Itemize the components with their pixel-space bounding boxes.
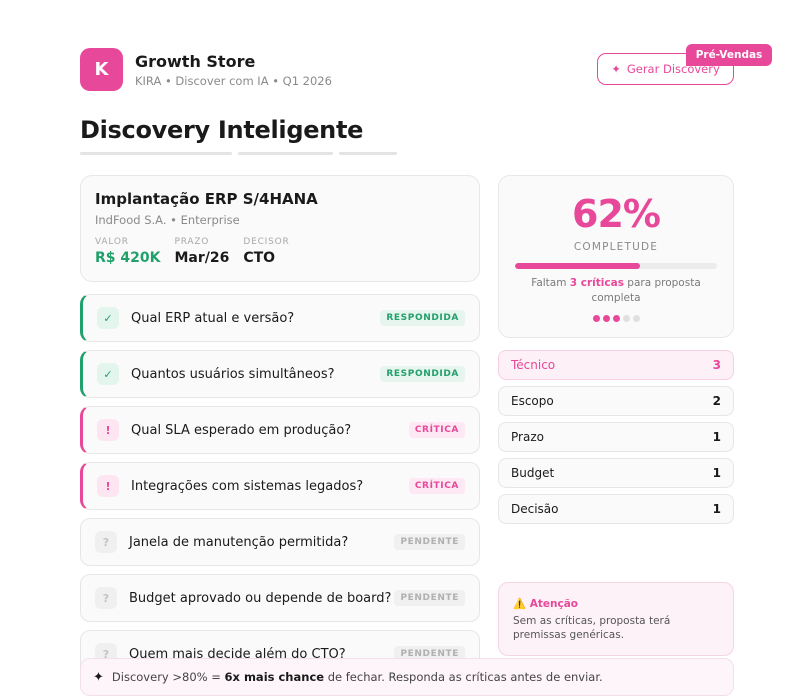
- completeness-percent: 62%: [572, 192, 661, 236]
- question-mark-icon: ?: [95, 531, 117, 553]
- category-name: Prazo: [511, 430, 544, 444]
- category-count: 1: [712, 502, 721, 516]
- progress-dot: [592, 315, 600, 322]
- metric-value: Mar/26: [174, 250, 230, 266]
- question-item[interactable]: ! Qual SLA esperado em produção? CRÍTICA: [80, 406, 480, 454]
- category-name: Escopo: [511, 394, 554, 408]
- check-icon: ✓: [97, 363, 119, 385]
- metric-label: VALOR: [95, 237, 129, 247]
- status-badge: CRÍTICA: [408, 422, 465, 438]
- brand-name: Growth Store: [135, 51, 256, 71]
- question-item[interactable]: ✓ Qual ERP atual e versão? RESPONDIDA: [80, 294, 480, 342]
- question-item[interactable]: ! Integrações com sistemas legados? CRÍT…: [80, 462, 480, 510]
- question-text: Janela de manutenção permitida?: [129, 534, 349, 550]
- question-text: Budget aprovado ou depende de board?: [129, 590, 392, 606]
- metric-decider-block: DECISOR CTO: [243, 237, 289, 266]
- category-count: 3: [712, 358, 721, 372]
- page-title: Discovery Inteligente: [80, 116, 364, 144]
- metric-label: PRAZO: [174, 237, 210, 247]
- note-prefix: Faltam: [531, 277, 570, 289]
- status-badge: PENDENTE: [394, 590, 465, 606]
- question-item[interactable]: ? Budget aprovado ou depende de board? P…: [80, 574, 480, 622]
- pre-sales-badge: Pré-Vendas: [686, 44, 772, 66]
- category-item-escopo[interactable]: Escopo 2: [498, 386, 734, 416]
- attention-alert: ⚠️ Atenção Sem as críticas, proposta ter…: [498, 582, 734, 656]
- question-mark-icon: ?: [95, 587, 117, 609]
- category-count: 2: [712, 394, 721, 408]
- title-underline-1: [80, 152, 232, 155]
- deal-subtitle: IndFood S.A. • Enterprise: [95, 213, 240, 227]
- completeness-note: Faltam 3 críticas para proposta completa: [527, 276, 705, 306]
- title-underline-2: [238, 152, 333, 155]
- completeness-progress-fill: [515, 263, 641, 269]
- progress-dot: [612, 315, 620, 322]
- title-underline-3: [339, 152, 397, 155]
- category-name: Budget: [511, 466, 555, 480]
- status-badge: RESPONDIDA: [380, 310, 465, 326]
- progress-dot: [632, 315, 640, 322]
- progress-dots: [499, 315, 733, 322]
- footer-text: Discovery >80% = 6x mais chance de fecha…: [112, 670, 603, 684]
- question-text: Qual SLA esperado em produção?: [131, 422, 352, 438]
- metric-value-block: VALOR R$ 420K: [95, 237, 160, 266]
- metric-value: R$ 420K: [95, 250, 161, 266]
- exclamation-icon: !: [97, 419, 119, 441]
- metric-deadline-block: PRAZO Mar/26: [174, 237, 229, 266]
- metric-value: CTO: [243, 250, 276, 266]
- footer-prefix: Discovery >80% =: [111, 670, 225, 684]
- footer-tip-banner: ✦ Discovery >80% = 6x mais chance de fec…: [80, 658, 734, 696]
- deal-metrics: VALOR R$ 420K PRAZO Mar/26 DECISOR CTO: [95, 237, 465, 266]
- question-item[interactable]: ? Janela de manutenção permitida? PENDEN…: [80, 518, 480, 566]
- sparkle-icon: ✦: [93, 669, 104, 685]
- brand-subtitle: KIRA • Discover com IA • Q1 2026: [135, 73, 332, 88]
- completeness-label: COMPLETUDE: [573, 241, 659, 253]
- category-item-prazo[interactable]: Prazo 1: [498, 422, 734, 452]
- sparkle-icon: ✦: [611, 62, 621, 76]
- brand-logo: K: [80, 48, 123, 91]
- completeness-card: 62% COMPLETUDE Faltam 3 críticas para pr…: [498, 175, 734, 338]
- category-item-budget[interactable]: Budget 1: [498, 458, 734, 488]
- category-count: 1: [712, 466, 721, 480]
- deal-title: Implantação ERP S/4HANA: [95, 190, 318, 208]
- category-item-decisao[interactable]: Decisão 1: [498, 494, 734, 524]
- status-badge: PENDENTE: [394, 534, 465, 550]
- check-icon: ✓: [97, 307, 119, 329]
- category-name: Decisão: [511, 502, 559, 516]
- status-badge: CRÍTICA: [408, 478, 465, 494]
- question-text: Quantos usuários simultâneos?: [131, 366, 335, 382]
- category-item-tecnico[interactable]: Técnico 3: [498, 350, 734, 380]
- note-bold: 3 críticas: [569, 277, 624, 289]
- deal-card[interactable]: Implantação ERP S/4HANA IndFood S.A. • E…: [80, 175, 480, 282]
- footer-suffix: de fechar. Responda as críticas antes de…: [324, 670, 603, 684]
- exclamation-icon: !: [97, 475, 119, 497]
- category-count: 1: [712, 430, 721, 444]
- question-text: Qual ERP atual e versão?: [131, 310, 295, 326]
- alert-text: Sem as críticas, proposta terá premissas…: [513, 615, 671, 641]
- header: K Growth Store KIRA • Discover com IA • …: [80, 48, 332, 91]
- brand-block: Growth Store KIRA • Discover com IA • Q1…: [135, 52, 332, 88]
- question-item[interactable]: ✓ Quantos usuários simultâneos? RESPONDI…: [80, 350, 480, 398]
- question-text: Integrações com sistemas legados?: [131, 478, 364, 494]
- progress-dot: [602, 315, 610, 322]
- category-name: Técnico: [511, 358, 556, 372]
- alert-title: ⚠️ Atenção: [513, 598, 578, 610]
- completeness-progress-bar: [515, 263, 717, 269]
- progress-dot: [622, 315, 630, 322]
- footer-bold: 6x mais chance: [224, 670, 325, 684]
- status-badge: RESPONDIDA: [380, 366, 465, 382]
- metric-label: DECISOR: [243, 237, 290, 247]
